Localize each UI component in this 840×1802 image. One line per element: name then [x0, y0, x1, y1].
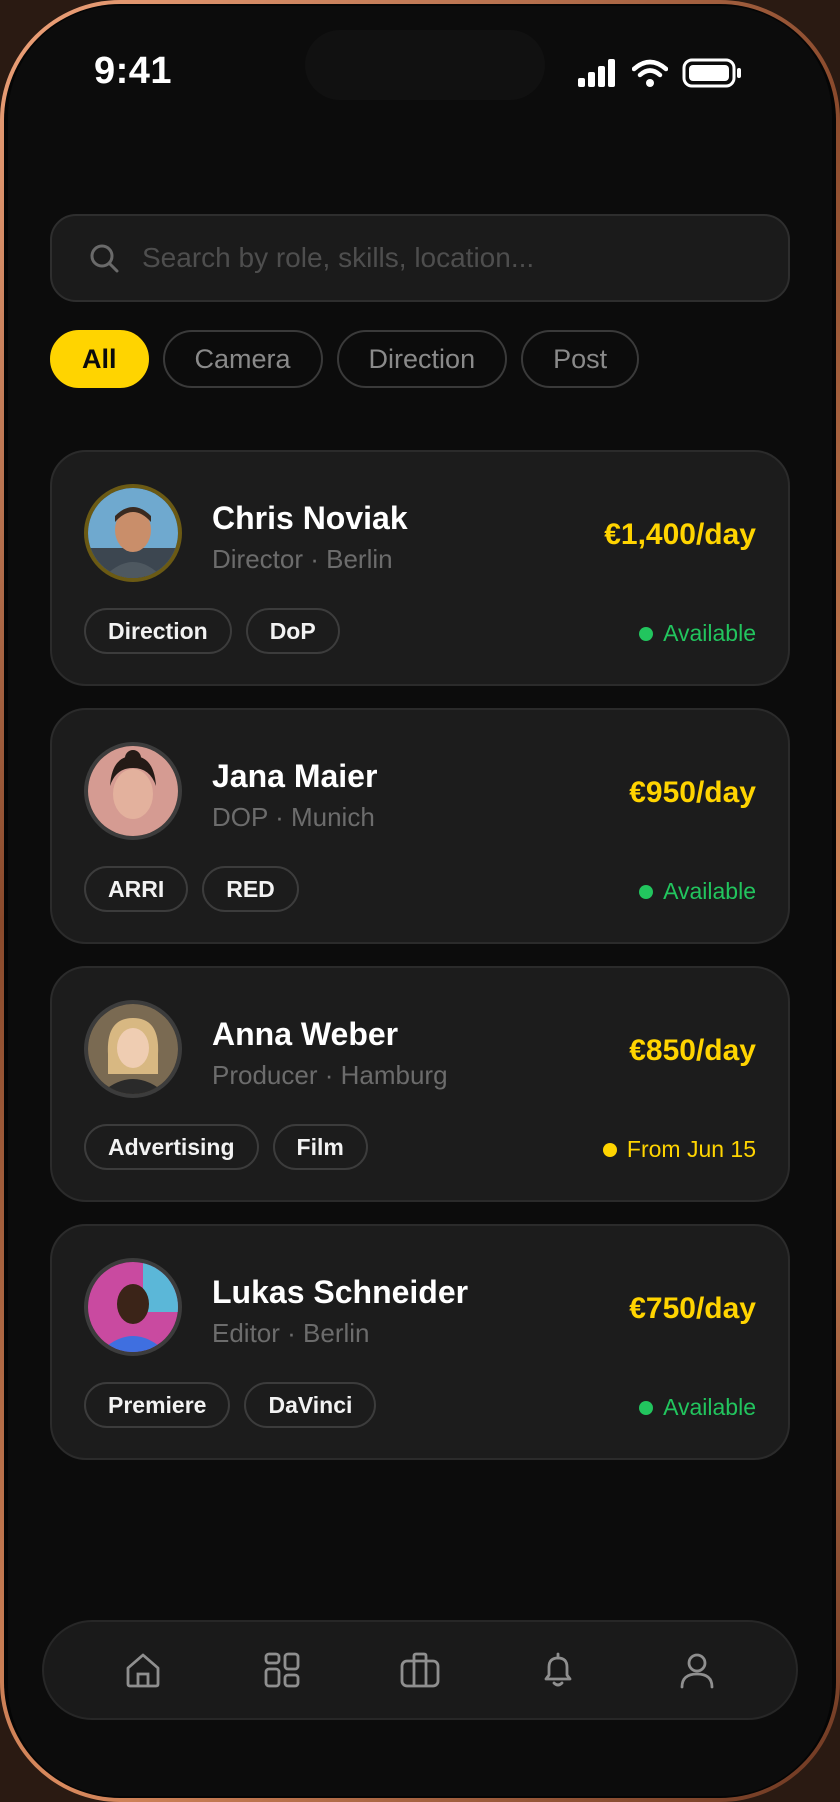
status-time: 9:41: [94, 50, 173, 92]
crew-role: Producer · Hamburg: [212, 1060, 448, 1090]
availability-status: From Jun 15: [602, 1136, 756, 1163]
skill-tags: Direction DoP: [84, 608, 340, 654]
skill-tags: Advertising Film: [84, 1124, 368, 1170]
crew-name: Jana Maier: [212, 758, 378, 794]
availability-label: Available: [663, 1394, 756, 1420]
crew-role: Editor · Berlin: [212, 1318, 370, 1348]
availability-status: Available: [639, 620, 756, 647]
crew-card[interactable]: Lukas Schneider Editor · Berlin €750/day…: [50, 1224, 790, 1460]
battery-icon: [682, 58, 741, 88]
nav-notifications[interactable]: [536, 1648, 580, 1692]
avatar: [84, 1000, 182, 1098]
crew-card[interactable]: Chris Noviak Director · Berlin €1,400/da…: [50, 450, 790, 686]
avatar: [84, 484, 182, 582]
nav-home[interactable]: [121, 1648, 165, 1692]
crew-role: DOP · Munich: [212, 802, 375, 832]
status-icons: [578, 58, 742, 88]
bottom-nav: [42, 1620, 798, 1720]
availability-dot: [639, 1400, 654, 1415]
signal-icon: [578, 59, 615, 87]
filter-chip-all[interactable]: All: [50, 330, 149, 388]
grid-icon: [264, 1652, 299, 1688]
search-bar[interactable]: [50, 214, 790, 302]
crew-rate: €750/day: [629, 1292, 756, 1325]
crew-rate: €950/day: [629, 776, 756, 809]
availability-dot: [639, 884, 654, 899]
availability-dot: [639, 626, 654, 641]
skill-tag: ARRI: [84, 866, 189, 912]
avatar: [84, 1258, 182, 1356]
skill-tag: Premiere: [84, 1382, 231, 1428]
search-icon: [90, 244, 119, 273]
crew-role: Director · Berlin: [212, 544, 393, 574]
crew-name: Lukas Schneider: [212, 1274, 469, 1310]
availability-label: Available: [663, 620, 756, 646]
user-icon: [680, 1653, 714, 1689]
skill-tag: RED: [202, 866, 299, 912]
availability-label: Available: [663, 878, 756, 904]
availability-label: From Jun 15: [626, 1136, 756, 1162]
nav-jobs[interactable]: [398, 1648, 442, 1692]
availability-status: Available: [639, 878, 756, 905]
skill-tags: Premiere DaVinci: [84, 1382, 377, 1428]
avatar: [84, 742, 182, 840]
availability-dot: [602, 1142, 617, 1157]
search-input[interactable]: [140, 241, 744, 275]
dynamic-island: [305, 30, 545, 100]
nav-dashboard[interactable]: [260, 1648, 304, 1692]
crew-card[interactable]: Jana Maier DOP · Munich €950/day ARRI RE…: [50, 708, 790, 944]
bell-icon: [544, 1652, 572, 1687]
crew-rate: €850/day: [629, 1034, 756, 1067]
availability-status: Available: [639, 1394, 756, 1421]
skill-tag: Film: [272, 1124, 368, 1170]
crew-name: Anna Weber: [212, 1016, 399, 1052]
filter-chip-camera[interactable]: Camera: [162, 330, 323, 388]
wifi-icon: [632, 59, 668, 87]
crew-name: Chris Noviak: [212, 500, 408, 536]
filter-chip-direction[interactable]: Direction: [336, 330, 508, 388]
filter-chips: All Camera Direction Post: [50, 330, 640, 388]
briefcase-icon: [400, 1652, 440, 1688]
crew-rate: €1,400/day: [604, 518, 756, 551]
app-screen: 9:41 All Camera Direction Post: [8, 6, 832, 1796]
skill-tags: ARRI RED: [84, 866, 299, 912]
skill-tag: DoP: [245, 608, 340, 654]
skill-tag: Advertising: [84, 1124, 259, 1170]
filter-chip-post[interactable]: Post: [521, 330, 640, 388]
crew-card[interactable]: Anna Weber Producer · Hamburg €850/day A…: [50, 966, 790, 1202]
nav-profile[interactable]: [675, 1648, 719, 1692]
home-icon: [126, 1653, 160, 1688]
skill-tag: DaVinci: [244, 1382, 377, 1428]
skill-tag: Direction: [84, 608, 232, 654]
